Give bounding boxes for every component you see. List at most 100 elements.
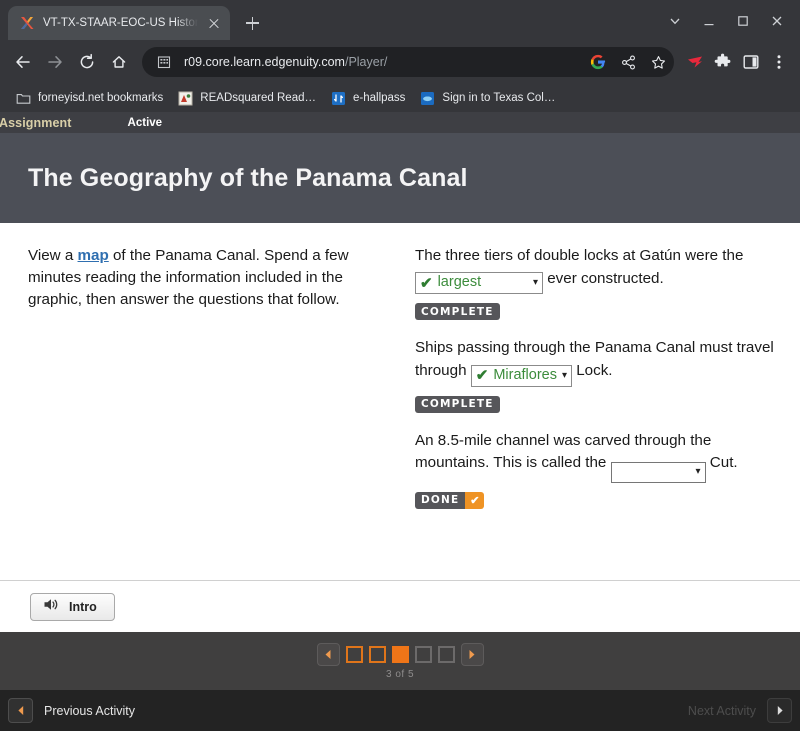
close-window-icon[interactable] bbox=[760, 8, 794, 34]
pager-left-arrow-icon[interactable] bbox=[316, 642, 340, 666]
pager-right-arrow-icon[interactable] bbox=[460, 642, 484, 666]
lesson-footer: Intro bbox=[0, 580, 800, 632]
site-info-icon[interactable] bbox=[154, 52, 174, 72]
side-panel-icon[interactable] bbox=[738, 49, 764, 75]
star-icon[interactable] bbox=[648, 52, 668, 72]
question-1-answer: largest bbox=[437, 274, 482, 291]
chevron-down-icon: ▾ bbox=[695, 466, 701, 478]
lesson-content: View a map of the Panama Canal. Spend a … bbox=[0, 223, 800, 580]
minimize-icon[interactable] bbox=[692, 8, 726, 34]
question-2-text: Ships passing through the Panama Canal m… bbox=[415, 337, 780, 387]
previous-activity-label: Previous Activity bbox=[44, 703, 136, 718]
question-3-text: An 8.5-mile channel was carved through t… bbox=[415, 430, 780, 483]
url-path: /Player/ bbox=[344, 55, 388, 69]
question-3: An 8.5-mile channel was carved through t… bbox=[415, 430, 780, 509]
check-icon: ✔ bbox=[475, 367, 489, 385]
question-1-before: The three tiers of double locks at Gatún… bbox=[415, 247, 744, 264]
pager-controls bbox=[316, 642, 484, 666]
left-arrow-icon bbox=[8, 698, 33, 723]
window-controls bbox=[658, 8, 794, 34]
texas-college-icon bbox=[419, 90, 435, 106]
browser-toolbar: r09.core.learn.edgenuity.com/Player/ bbox=[0, 40, 800, 84]
instructions-column: View a map of the Panama Canal. Spend a … bbox=[0, 245, 410, 580]
question-2: Ships passing through the Panama Canal m… bbox=[415, 337, 780, 413]
bookmarks-bar: forneyisd.net bookmarks READsquared Read… bbox=[0, 84, 800, 112]
bookmark-item-texas-college[interactable]: Sign in to Texas Col… bbox=[412, 87, 562, 109]
maximize-icon[interactable] bbox=[726, 8, 760, 34]
google-lens-icon[interactable] bbox=[588, 52, 608, 72]
instructions-before: View a bbox=[28, 247, 78, 264]
right-arrow-icon bbox=[767, 698, 792, 723]
badge-label: COMPLETE bbox=[415, 395, 500, 413]
checkmark-icon: ✔ bbox=[465, 491, 485, 509]
close-icon[interactable] bbox=[206, 15, 222, 31]
readsquared-icon bbox=[177, 90, 193, 106]
pager-slide-4[interactable] bbox=[414, 645, 432, 663]
slide-pager: 3 of 5 bbox=[0, 632, 800, 690]
question-1-status-badge: COMPLETE bbox=[415, 303, 500, 321]
chevron-down-icon: ▾ bbox=[532, 277, 538, 289]
page-viewport: Assignment Active The Geography of the P… bbox=[0, 112, 800, 731]
question-2-answer: Miraflores bbox=[493, 366, 557, 383]
bookmark-item-ehallpass[interactable]: e-hallpass bbox=[323, 87, 412, 109]
browser-window: VT-TX-STAAR-EOC-US History - In bbox=[0, 0, 800, 731]
question-3-status-badge: DONE ✔ bbox=[415, 491, 485, 509]
next-activity-label: Next Activity bbox=[687, 703, 756, 718]
assignment-label: Assignment bbox=[0, 115, 72, 130]
chevron-down-icon[interactable] bbox=[658, 8, 692, 34]
activity-nav-bar: Previous Activity Next Activity bbox=[0, 690, 800, 731]
pager-slide-3[interactable] bbox=[391, 645, 409, 663]
tab-title: VT-TX-STAAR-EOC-US History - In bbox=[43, 17, 198, 29]
pager-count-label: 3 of 5 bbox=[385, 668, 415, 680]
question-1-after: ever constructed. bbox=[543, 269, 664, 287]
question-1: The three tiers of double locks at Gatún… bbox=[415, 245, 780, 321]
questions-column: The three tiers of double locks at Gatún… bbox=[410, 245, 800, 580]
intro-audio-button[interactable]: Intro bbox=[30, 592, 115, 621]
question-2-dropdown[interactable]: ✔ Miraflores ▾ bbox=[470, 364, 572, 387]
pager-slide-1[interactable] bbox=[345, 645, 363, 663]
speaker-icon bbox=[43, 597, 60, 617]
page-title: The Geography of the Panama Canal bbox=[28, 163, 468, 192]
question-3-dropdown[interactable]: ▾ bbox=[610, 461, 706, 483]
puzzle-piece-icon[interactable] bbox=[710, 49, 736, 75]
browser-tab[interactable]: VT-TX-STAAR-EOC-US History - In bbox=[8, 6, 230, 40]
url-domain: r09.core.learn.edgenuity.com bbox=[184, 55, 345, 69]
check-icon: ✔ bbox=[420, 274, 433, 292]
tab-strip: VT-TX-STAAR-EOC-US History - In bbox=[0, 0, 800, 40]
question-2-status-badge: COMPLETE bbox=[415, 395, 500, 413]
chevron-down-icon: ▾ bbox=[561, 369, 567, 381]
reload-icon[interactable] bbox=[72, 47, 102, 77]
home-icon[interactable] bbox=[104, 47, 134, 77]
instructions-paragraph: View a map of the Panama Canal. Spend a … bbox=[28, 245, 382, 312]
extension-red-icon[interactable] bbox=[682, 49, 708, 75]
lesson-title-band: The Geography of the Panama Canal bbox=[0, 133, 800, 223]
bookmark-label: forneyisd.net bookmarks bbox=[38, 92, 164, 104]
new-tab-icon[interactable] bbox=[238, 9, 266, 37]
url-text: r09.core.learn.edgenuity.com/Player/ bbox=[184, 55, 578, 69]
intro-audio-label: Intro bbox=[69, 599, 97, 614]
question-1-text: The three tiers of double locks at Gatún… bbox=[415, 245, 780, 295]
ehallpass-icon bbox=[330, 90, 346, 106]
bookmark-label: e-hallpass bbox=[353, 92, 406, 104]
pager-slide-5[interactable] bbox=[437, 645, 455, 663]
question-1-dropdown[interactable]: ✔ largest ▾ bbox=[415, 272, 543, 295]
bookmark-label: Sign in to Texas Col… bbox=[442, 92, 556, 104]
edgenuity-x-icon bbox=[19, 15, 35, 31]
question-2-after: Lock. bbox=[572, 362, 613, 380]
next-activity-button[interactable]: Next Activity bbox=[688, 698, 792, 723]
map-link[interactable]: map bbox=[78, 247, 109, 264]
three-dot-menu-icon[interactable] bbox=[766, 49, 792, 75]
previous-activity-button[interactable]: Previous Activity bbox=[8, 698, 135, 723]
question-3-after: Cut. bbox=[705, 454, 738, 472]
bookmark-item-forneyisd[interactable]: forneyisd.net bookmarks bbox=[8, 87, 170, 109]
forward-arrow-icon[interactable] bbox=[40, 47, 70, 77]
bookmark-label: READsquared Read… bbox=[200, 92, 316, 104]
share-icon[interactable] bbox=[618, 52, 638, 72]
folder-icon bbox=[15, 90, 31, 106]
pager-slide-2[interactable] bbox=[368, 645, 386, 663]
status-badge: Active bbox=[127, 116, 163, 129]
address-bar[interactable]: r09.core.learn.edgenuity.com/Player/ bbox=[142, 47, 674, 77]
back-arrow-icon[interactable] bbox=[8, 47, 38, 77]
bookmark-item-readsquared[interactable]: READsquared Read… bbox=[170, 87, 323, 109]
badge-label: DONE bbox=[415, 491, 466, 509]
